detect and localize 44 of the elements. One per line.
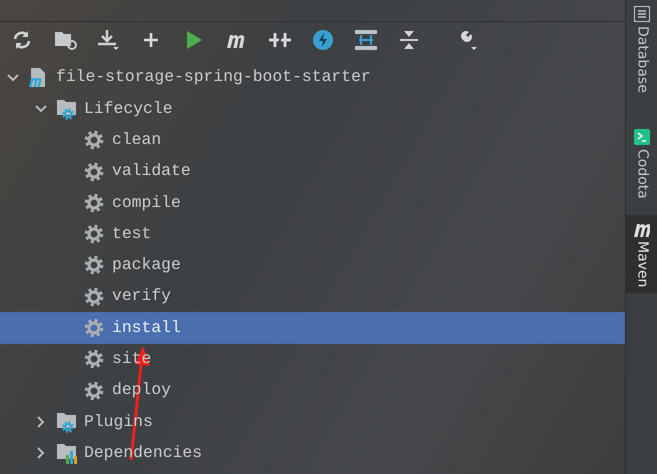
terminal-icon <box>634 128 650 145</box>
gear-icon <box>84 255 104 276</box>
gear-icon <box>84 286 104 307</box>
folder-gear-icon <box>56 98 78 120</box>
database-icon <box>634 6 650 22</box>
folder-chart-icon <box>56 442 78 464</box>
tree-label: clean <box>112 128 162 151</box>
side-tab[interactable]: Database <box>626 0 657 99</box>
tree-row[interactable]: package <box>0 250 625 282</box>
tree-row[interactable]: compile <box>0 187 625 218</box>
gear-icon <box>84 162 104 182</box>
gear-icon <box>84 380 104 401</box>
tree-label: Lifecycle <box>84 98 173 120</box>
gear-icon <box>84 130 104 150</box>
tree-label: verify <box>112 285 172 308</box>
gear-icon <box>84 224 104 244</box>
tree-label: compile <box>112 192 181 214</box>
tree-row[interactable]: validate <box>0 156 625 188</box>
tree-row[interactable]: verify <box>0 281 625 312</box>
tree-row[interactable]: install <box>0 312 625 344</box>
tree-row[interactable]: Lifecycle <box>0 93 625 125</box>
tree-label: install <box>112 316 181 339</box>
folder-gear-icon <box>56 410 78 433</box>
tree-row[interactable]: clean <box>0 124 625 156</box>
download-icon <box>96 29 120 51</box>
tree-label: test <box>112 222 152 245</box>
tree-row[interactable]: test <box>0 218 625 250</box>
gear-icon <box>84 349 104 370</box>
tree-label: package <box>112 254 181 276</box>
collapse-all-icon <box>398 29 420 51</box>
reload-icon <box>11 29 33 51</box>
tree-label: file-storage-spring-boot-starter <box>56 66 371 88</box>
tree-row[interactable]: file-storage-spring-boot-starter <box>0 62 625 94</box>
add-icon <box>142 31 160 49</box>
lightning-icon <box>312 29 334 51</box>
skip-tests-icon <box>268 30 292 50</box>
tree-label: validate <box>112 160 191 182</box>
run-icon <box>185 30 203 50</box>
diagram-icon <box>354 29 378 51</box>
side-tab[interactable]: Codota <box>626 122 657 205</box>
gear-icon <box>84 192 104 213</box>
folder-refresh-icon <box>53 29 77 51</box>
side-tab[interactable]: Maven <box>626 214 657 294</box>
gear-icon <box>84 318 104 338</box>
